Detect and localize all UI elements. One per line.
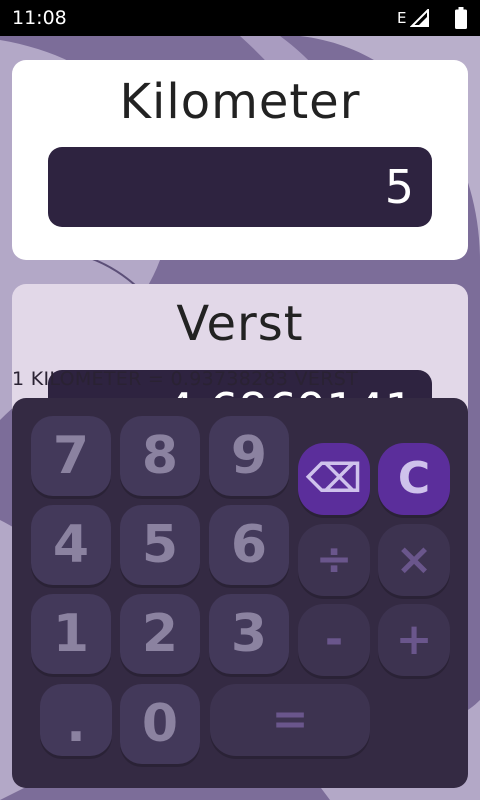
key-2[interactable]: 2 <box>120 594 200 674</box>
clear-button[interactable]: C <box>378 443 450 515</box>
conversion-rate-text: 1 KILOMETER = 0.93738283 VERST <box>12 368 359 390</box>
key-8[interactable]: 8 <box>120 416 200 496</box>
key-7[interactable]: 7 <box>31 416 111 496</box>
status-time: 11:08 <box>12 7 67 29</box>
key-4[interactable]: 4 <box>31 505 111 585</box>
from-unit-title[interactable]: Kilometer <box>12 74 468 130</box>
signal-icon <box>410 9 429 27</box>
key-0[interactable]: 0 <box>120 684 200 764</box>
plus-button[interactable]: + <box>378 604 450 676</box>
to-unit-title[interactable]: Verst <box>12 296 468 352</box>
from-value-field[interactable]: 5 <box>48 147 432 227</box>
divide-button[interactable]: ÷ <box>298 524 370 596</box>
keypad: 7 8 9 4 5 6 1 2 3 . 0 = ⌫ C ÷ × - + <box>12 398 468 788</box>
key-3[interactable]: 3 <box>209 594 289 674</box>
from-unit-card: Kilometer 5 <box>12 60 468 260</box>
key-decimal[interactable]: . <box>40 684 112 756</box>
multiply-button[interactable]: × <box>378 524 450 596</box>
battery-icon <box>455 7 467 29</box>
backspace-button[interactable]: ⌫ <box>298 443 370 515</box>
status-bar: 11:08 E <box>0 0 480 36</box>
key-6[interactable]: 6 <box>209 505 289 585</box>
minus-button[interactable]: - <box>298 604 370 676</box>
network-type: E <box>397 9 407 27</box>
key-9[interactable]: 9 <box>209 416 289 496</box>
equals-button[interactable]: = <box>210 684 370 756</box>
key-5[interactable]: 5 <box>120 505 200 585</box>
key-1[interactable]: 1 <box>31 594 111 674</box>
